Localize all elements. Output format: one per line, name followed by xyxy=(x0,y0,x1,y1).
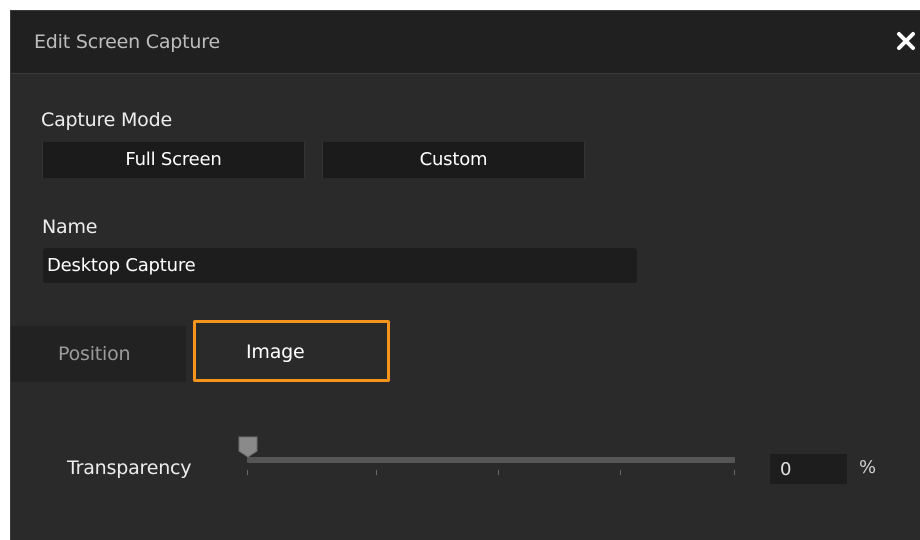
transparency-value-input[interactable] xyxy=(770,454,847,484)
slider-tick xyxy=(734,470,735,475)
name-label: Name xyxy=(42,216,98,238)
transparency-label: Transparency xyxy=(67,457,192,479)
close-icon[interactable] xyxy=(894,29,918,53)
name-input[interactable] xyxy=(43,248,637,283)
full-screen-button[interactable]: Full Screen xyxy=(42,142,305,178)
capture-mode-label: Capture Mode xyxy=(41,109,172,131)
slider-tick xyxy=(247,470,248,475)
tab-position[interactable]: Position xyxy=(11,326,186,382)
transparency-slider-track[interactable] xyxy=(247,457,735,463)
percent-unit: % xyxy=(859,457,877,478)
edit-screen-capture-dialog: Edit Screen Capture Capture Mode Full Sc… xyxy=(10,10,920,540)
slider-tick xyxy=(620,470,621,475)
slider-tick xyxy=(376,470,377,475)
title-bar: Edit Screen Capture xyxy=(11,11,920,74)
dialog-title: Edit Screen Capture xyxy=(34,31,220,53)
tab-image[interactable]: Image xyxy=(193,320,390,382)
transparency-slider-thumb[interactable] xyxy=(238,436,258,458)
custom-button[interactable]: Custom xyxy=(322,142,585,178)
slider-tick xyxy=(498,470,499,475)
